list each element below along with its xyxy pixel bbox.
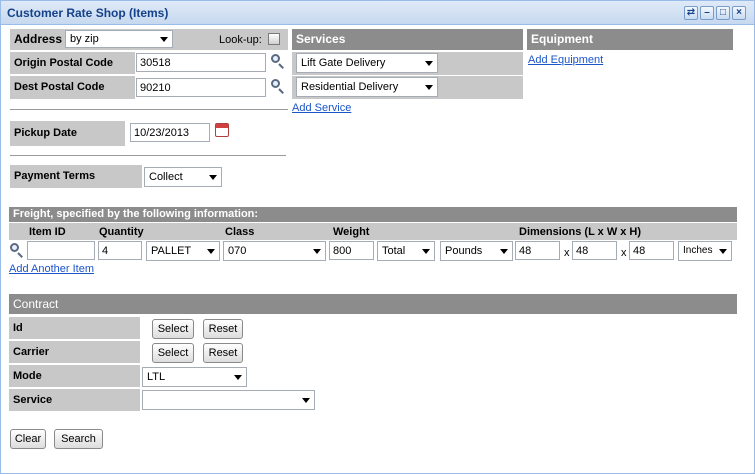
col-weight: Weight bbox=[331, 225, 515, 239]
col-class: Class bbox=[223, 225, 327, 239]
weight-unit-value: Pounds bbox=[445, 245, 483, 257]
height-input[interactable] bbox=[629, 241, 674, 260]
divider-1 bbox=[10, 109, 288, 110]
class-value: 070 bbox=[228, 245, 247, 257]
service-value-1: Lift Gate Delivery bbox=[301, 57, 386, 69]
dest-label: Dest Postal Code bbox=[10, 76, 135, 99]
maximize-icon[interactable]: □ bbox=[716, 6, 730, 20]
dest-postal-input[interactable] bbox=[136, 78, 266, 97]
service-select-1[interactable]: Lift Gate Delivery bbox=[296, 53, 438, 73]
length-input[interactable] bbox=[515, 241, 560, 260]
search-button[interactable]: Search bbox=[54, 429, 103, 449]
dest-search-icon[interactable] bbox=[271, 79, 285, 94]
freight-header: Freight, specified by the following info… bbox=[9, 207, 737, 222]
origin-postal-input[interactable] bbox=[136, 53, 266, 72]
width-input[interactable] bbox=[572, 241, 617, 260]
dim-unit-value: Inches bbox=[683, 245, 713, 256]
class-select[interactable]: 070 bbox=[223, 241, 326, 261]
weight-input[interactable] bbox=[329, 241, 374, 260]
lookup-label: Look-up: bbox=[219, 34, 262, 46]
item-search-icon[interactable] bbox=[10, 243, 24, 258]
origin-label: Origin Postal Code bbox=[10, 52, 135, 74]
col-quantity: Quantity bbox=[97, 225, 219, 239]
mode-select[interactable]: LTL bbox=[142, 367, 247, 387]
lookup-checkbox[interactable] bbox=[268, 33, 280, 45]
close-icon[interactable]: × bbox=[732, 6, 746, 20]
weight-unit-select[interactable]: Pounds bbox=[440, 241, 513, 261]
id-select-button[interactable]: Select bbox=[152, 319, 194, 339]
window-title: Customer Rate Shop (Items) bbox=[7, 6, 169, 20]
mode-label: Mode bbox=[9, 365, 140, 387]
add-service-link[interactable]: Add Service bbox=[292, 102, 351, 114]
item-id-input[interactable] bbox=[27, 241, 95, 260]
services-header: Services bbox=[292, 29, 523, 50]
weight-type-value: Total bbox=[382, 245, 406, 257]
carrier-reset-button[interactable]: Reset bbox=[203, 343, 243, 363]
rate-shop-window: Customer Rate Shop (Items) ⇄ – □ × Addre… bbox=[0, 0, 755, 474]
refresh-icon[interactable]: ⇄ bbox=[684, 6, 698, 20]
weight-type-select[interactable]: Total bbox=[377, 241, 435, 261]
add-equipment-link[interactable]: Add Equipment bbox=[528, 54, 603, 66]
carrier-select-button[interactable]: Select bbox=[152, 343, 194, 363]
quantity-input[interactable] bbox=[98, 241, 142, 260]
minimize-icon[interactable]: – bbox=[700, 6, 714, 20]
col-dimensions: Dimensions (L x W x H) bbox=[517, 225, 735, 239]
dim-separator-1: x bbox=[564, 247, 570, 259]
address-header-label: Address bbox=[14, 32, 63, 46]
address-mode-select[interactable]: by zip bbox=[65, 30, 173, 48]
window-titlebar: Customer Rate Shop (Items) ⇄ – □ × bbox=[1, 1, 754, 25]
contract-id-label: Id bbox=[9, 317, 140, 339]
pickup-date-label: Pickup Date bbox=[10, 121, 125, 146]
carrier-label: Carrier bbox=[9, 341, 140, 363]
add-item-link[interactable]: Add Another Item bbox=[9, 263, 94, 275]
service-select-2[interactable]: Residential Delivery bbox=[296, 77, 438, 97]
payment-terms-select[interactable]: Collect bbox=[144, 167, 222, 187]
equipment-header: Equipment bbox=[527, 29, 733, 50]
id-reset-button[interactable]: Reset bbox=[203, 319, 243, 339]
pickup-date-input[interactable] bbox=[130, 123, 210, 142]
dim-unit-select[interactable]: Inches bbox=[678, 241, 732, 261]
address-mode-value: by zip bbox=[70, 33, 99, 45]
payment-terms-value: Collect bbox=[149, 171, 183, 183]
mode-value: LTL bbox=[147, 371, 166, 383]
col-item-id: Item ID bbox=[27, 225, 95, 239]
contract-header: Contract bbox=[9, 294, 737, 314]
calendar-icon[interactable] bbox=[215, 123, 229, 137]
service-value-2: Residential Delivery bbox=[301, 81, 399, 93]
dim-separator-2: x bbox=[621, 247, 627, 259]
divider-2 bbox=[10, 155, 286, 156]
origin-search-icon[interactable] bbox=[271, 54, 285, 69]
service-label: Service bbox=[9, 389, 140, 411]
clear-button[interactable]: Clear bbox=[10, 429, 46, 449]
unit-value: PALLET bbox=[151, 245, 192, 257]
contract-service-select[interactable] bbox=[142, 390, 315, 410]
payment-terms-label: Payment Terms bbox=[10, 165, 142, 188]
unit-select[interactable]: PALLET bbox=[146, 241, 220, 261]
